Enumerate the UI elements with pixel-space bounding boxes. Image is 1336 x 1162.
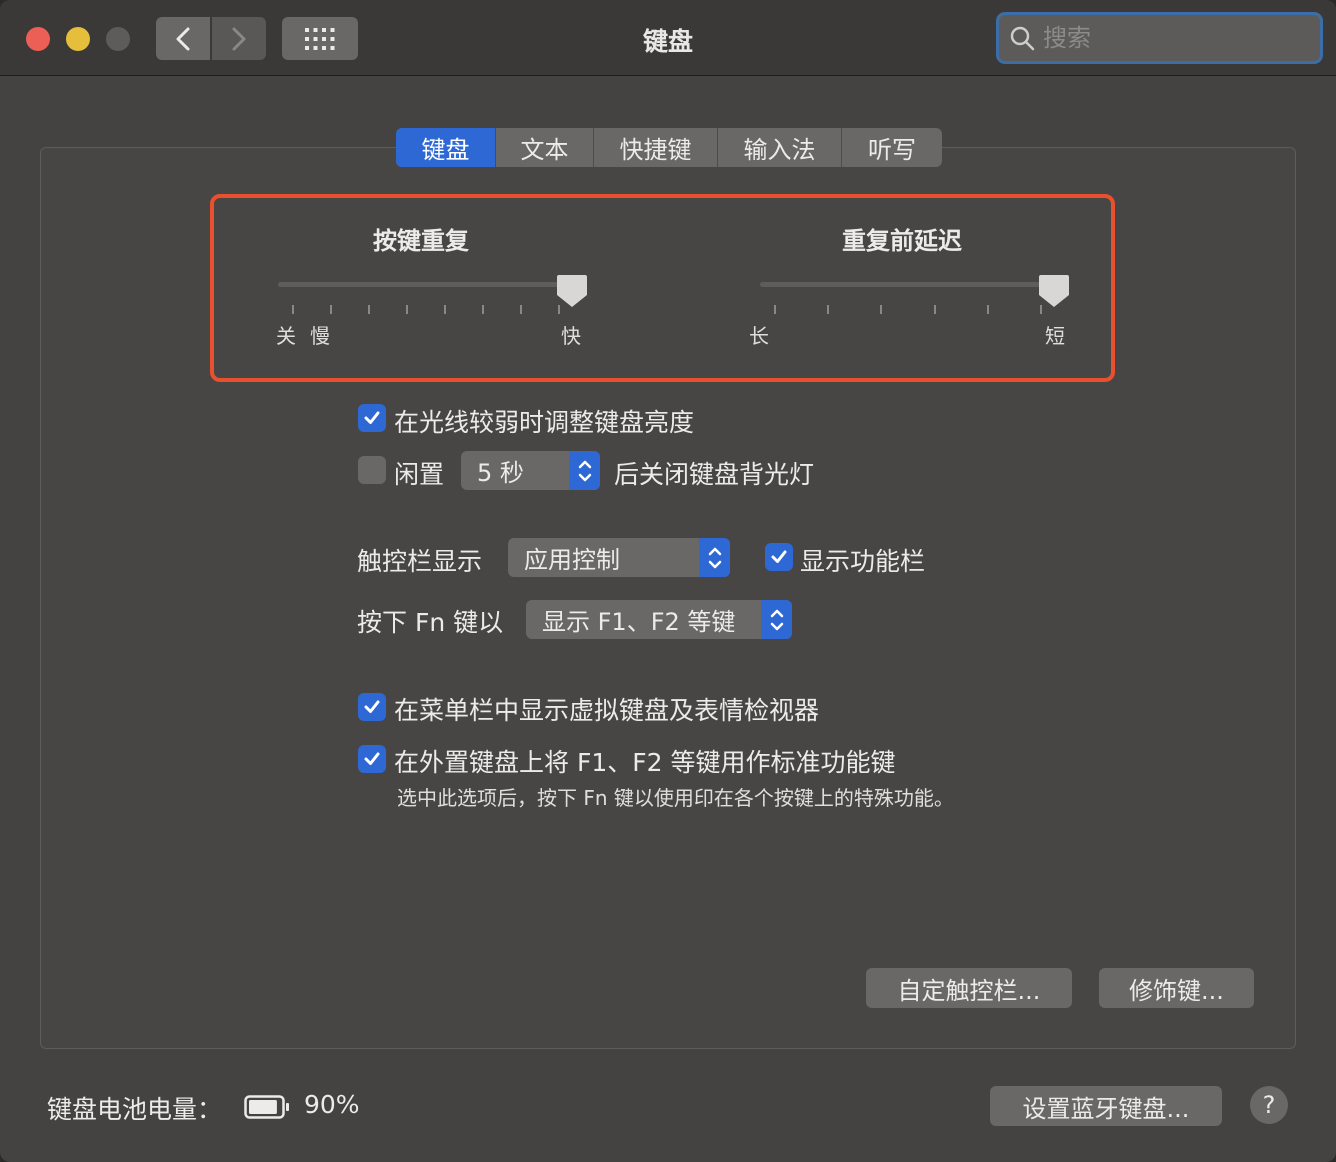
tab-text[interactable]: 文本 bbox=[496, 128, 594, 167]
title-bar: 键盘 bbox=[0, 0, 1336, 76]
battery-value: 90% bbox=[304, 1090, 360, 1119]
repeat-delay-tick bbox=[880, 305, 882, 314]
customize-touchbar-button[interactable]: 自定触控栏... bbox=[866, 968, 1072, 1008]
tab-keyboard[interactable]: 键盘 bbox=[396, 128, 496, 167]
key-repeat-title: 按键重复 bbox=[373, 227, 469, 255]
repeat-delay-thumb[interactable] bbox=[1038, 273, 1070, 309]
battery-icon bbox=[244, 1095, 289, 1119]
checkmark-icon bbox=[364, 411, 380, 424]
repeat-delay-track[interactable] bbox=[760, 282, 1056, 287]
key-repeat-tick bbox=[558, 305, 560, 314]
backlight-idle-value: 5 秒 bbox=[477, 459, 524, 487]
show-viewer-label: 在菜单栏中显示虚拟键盘及表情检视器 bbox=[394, 696, 820, 725]
key-repeat-track[interactable] bbox=[278, 282, 574, 287]
key-repeat-tick bbox=[444, 305, 446, 314]
backlight-idle-popup[interactable]: 5 秒 bbox=[461, 451, 600, 490]
help-button[interactable]: ? bbox=[1250, 1086, 1288, 1124]
touchbar-label: 触控栏显示 bbox=[357, 547, 483, 576]
keyboard-preferences-window: 键盘 键盘 文本 快捷键 输入法 听写 按键重复 关 慢 快 重复前延迟 长 短… bbox=[0, 0, 1336, 1162]
adjust-brightness-label: 在光线较弱时调整键盘亮度 bbox=[394, 408, 695, 437]
repeat-delay-tick bbox=[987, 305, 989, 314]
key-repeat-tick bbox=[482, 305, 484, 314]
search-icon bbox=[1010, 26, 1035, 51]
key-repeat-slow-label: 慢 bbox=[310, 324, 330, 348]
repeat-delay-tick bbox=[934, 305, 936, 314]
key-repeat-fast-label: 快 bbox=[561, 324, 581, 348]
updown-arrows-icon bbox=[761, 600, 792, 639]
key-repeat-tick bbox=[406, 305, 408, 314]
key-repeat-tick bbox=[292, 305, 294, 314]
touchbar-value: 应用控制 bbox=[524, 546, 620, 574]
repeat-delay-title: 重复前延迟 bbox=[842, 227, 962, 255]
tab-input-sources[interactable]: 输入法 bbox=[718, 128, 842, 167]
show-function-bar-label: 显示功能栏 bbox=[800, 547, 926, 576]
fn-key-popup[interactable]: 显示 F1、F2 等键 bbox=[526, 600, 792, 639]
battery-label: 键盘电池电量： bbox=[47, 1095, 223, 1124]
standard-fn-keys-label: 在外置键盘上将 F1、F2 等键用作标准功能键 bbox=[394, 748, 896, 777]
standard-fn-keys-description: 选中此选项后，按下 Fn 键以使用印在各个按键上的特殊功能。 bbox=[397, 786, 954, 810]
slider-highlight-box bbox=[210, 194, 1115, 382]
updown-arrows-icon bbox=[699, 538, 730, 577]
key-repeat-tick bbox=[330, 305, 332, 314]
repeat-delay-tick bbox=[1040, 305, 1042, 314]
fn-key-value: 显示 F1、F2 等键 bbox=[542, 608, 736, 636]
backlight-idle-checkbox[interactable] bbox=[358, 456, 386, 484]
show-viewer-checkbox[interactable] bbox=[358, 693, 386, 721]
touchbar-popup[interactable]: 应用控制 bbox=[508, 538, 730, 577]
tab-dictation[interactable]: 听写 bbox=[842, 128, 942, 167]
checkmark-icon bbox=[364, 700, 380, 713]
key-repeat-tick bbox=[520, 305, 522, 314]
repeat-delay-short-label: 短 bbox=[1045, 324, 1065, 348]
backlight-idle-prefix: 闲置 bbox=[394, 460, 445, 489]
search-field[interactable] bbox=[996, 12, 1323, 64]
search-input[interactable] bbox=[1043, 24, 1293, 52]
show-function-bar-checkbox[interactable] bbox=[765, 543, 793, 571]
key-repeat-tick bbox=[368, 305, 370, 314]
repeat-delay-long-label: 长 bbox=[749, 324, 769, 348]
backlight-idle-suffix: 后关闭键盘背光灯 bbox=[614, 460, 815, 489]
tab-shortcuts[interactable]: 快捷键 bbox=[594, 128, 718, 167]
key-repeat-thumb[interactable] bbox=[556, 273, 588, 309]
key-repeat-off-label: 关 bbox=[276, 324, 296, 348]
repeat-delay-tick bbox=[827, 305, 829, 314]
repeat-delay-tick bbox=[774, 305, 776, 314]
tab-bar: 键盘 文本 快捷键 输入法 听写 bbox=[396, 128, 942, 167]
fn-key-label: 按下 Fn 键以 bbox=[357, 608, 504, 637]
standard-fn-keys-checkbox[interactable] bbox=[358, 745, 386, 773]
modifier-keys-button[interactable]: 修饰键... bbox=[1099, 968, 1254, 1008]
checkmark-icon bbox=[364, 752, 380, 765]
adjust-brightness-checkbox[interactable] bbox=[358, 404, 386, 432]
updown-arrows-icon bbox=[569, 451, 600, 490]
setup-bluetooth-keyboard-button[interactable]: 设置蓝牙键盘... bbox=[990, 1086, 1222, 1126]
checkmark-icon bbox=[771, 550, 787, 563]
